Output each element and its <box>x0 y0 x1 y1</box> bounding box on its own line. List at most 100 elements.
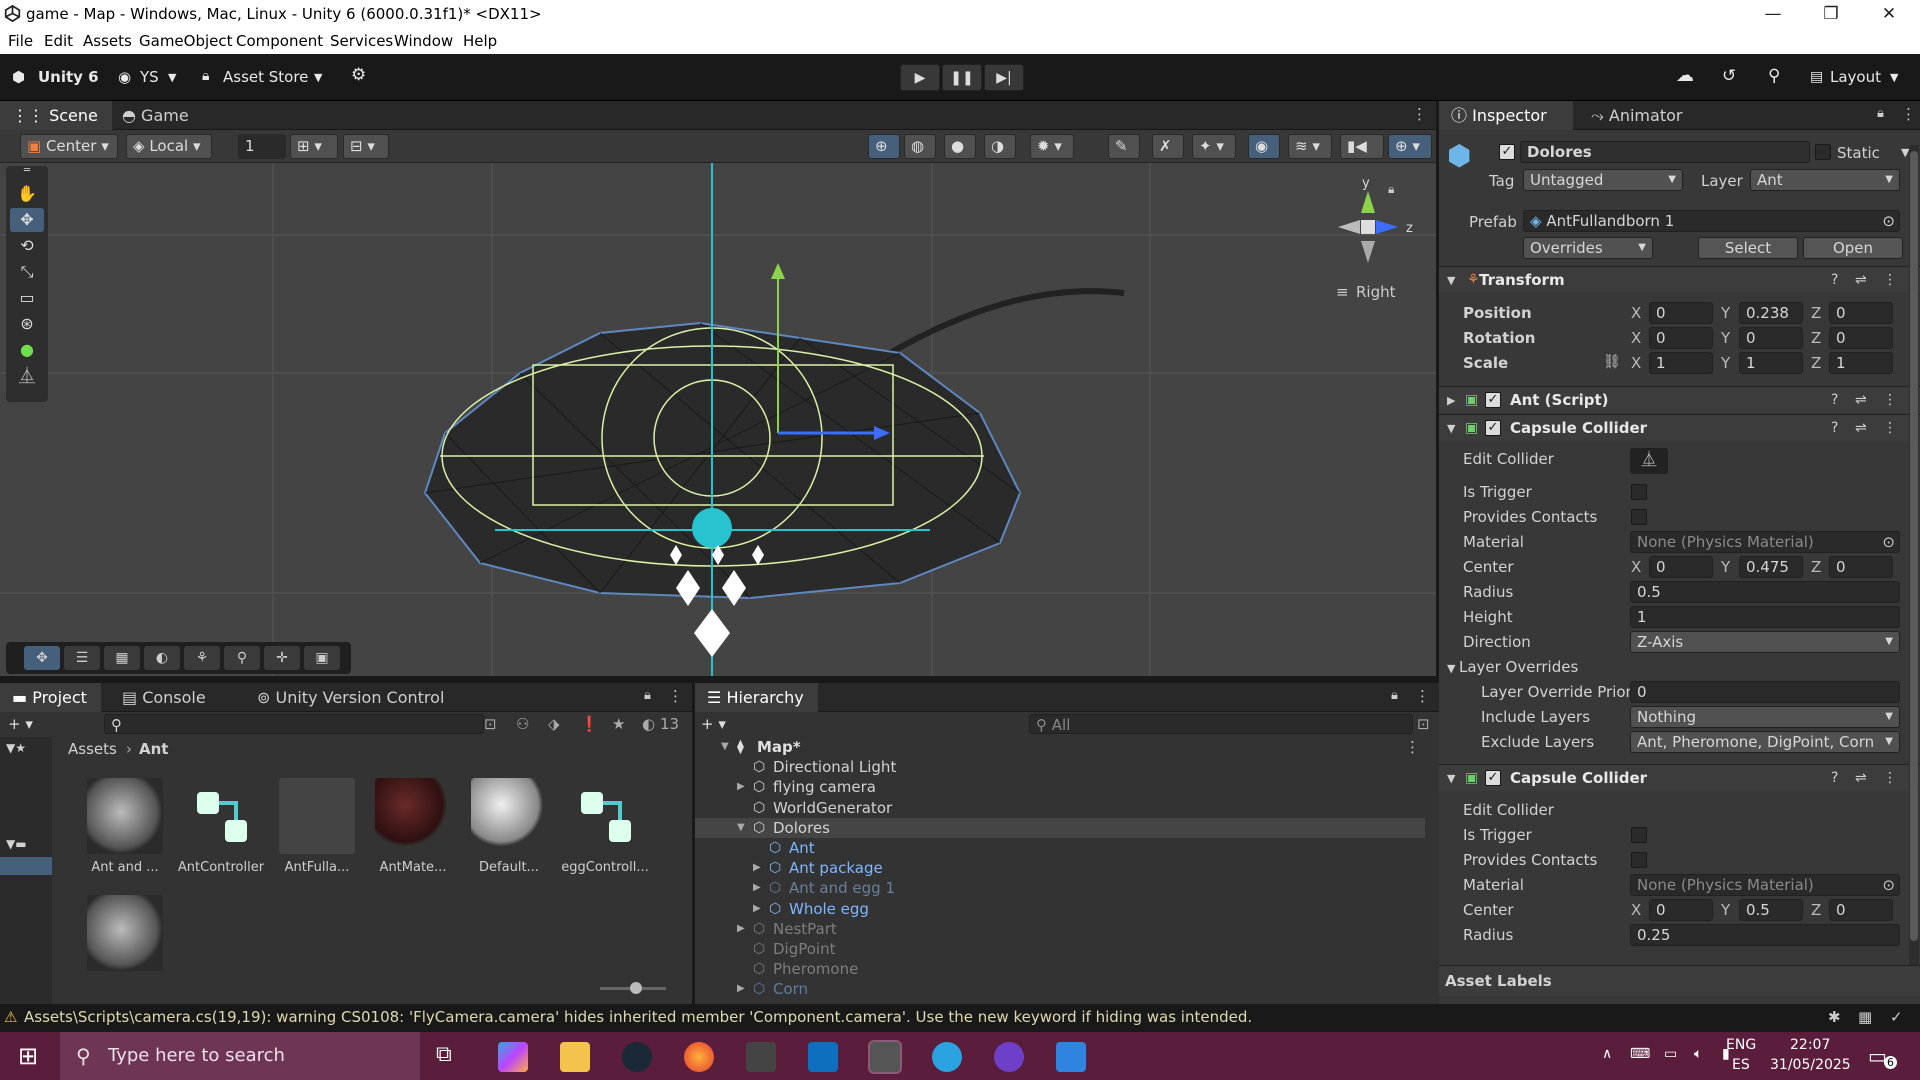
collider-edit-tool-icon[interactable]: ⏅ <box>10 364 44 388</box>
effects-dropdown-icon[interactable]: ✦ ▾ <box>1192 134 1236 159</box>
move-tool-icon[interactable]: ✥ <box>10 208 44 232</box>
scale-z-field[interactable]: 1 <box>1829 352 1893 374</box>
rotation-y-field[interactable]: 0 <box>1739 327 1803 349</box>
task-view-icon[interactable]: ⧉ <box>436 1042 466 1072</box>
help-icon[interactable]: ? <box>1831 770 1838 786</box>
hierarchy-row[interactable]: ▶ ⬡ Ant and egg 1 <box>695 878 1425 898</box>
telegram-icon[interactable] <box>932 1042 962 1072</box>
history-icon[interactable]: ↺ <box>1722 66 1736 86</box>
check-icon[interactable]: ✓ <box>1890 1008 1903 1026</box>
render-global-icon[interactable]: ⊕ <box>868 134 900 159</box>
hierarchy-row[interactable]: ▶ ⬡ Whole egg <box>695 899 1425 919</box>
center-2-x-field[interactable]: 0 <box>1649 899 1713 921</box>
material-field[interactable]: None (Physics Material) ⊙ <box>1630 531 1900 553</box>
is-trigger-checkbox[interactable] <box>1631 484 1647 500</box>
unity-hub-icon[interactable] <box>746 1042 776 1072</box>
asset-item[interactable]: AntFulla... <box>272 778 362 875</box>
camera-dropdown-icon[interactable]: ▮◀ ▾ <box>1340 134 1384 178</box>
scene-render[interactable]: y z 🔒︎ ≡ Right <box>0 163 1436 676</box>
component-menu-icon[interactable]: ⋮ <box>1883 770 1897 786</box>
center-z-field[interactable]: 0 <box>1829 556 1893 578</box>
asset-labels-bar[interactable]: Asset Labels <box>1439 965 1920 995</box>
ant-script-enabled-checkbox[interactable]: ✓ <box>1485 392 1501 408</box>
center-2-y-field[interactable]: 0.5 <box>1739 899 1803 921</box>
language-secondary[interactable]: ES <box>1732 1057 1750 1073</box>
minimize-icon[interactable]: — <box>1744 0 1802 29</box>
palette-grip-icon[interactable]: ═ <box>10 166 44 176</box>
rect-tool-icon[interactable]: ▭ <box>10 286 44 310</box>
overlay-path-icon[interactable]: ⚘ <box>184 646 220 670</box>
add-object-button[interactable]: + ▾ <box>701 715 726 733</box>
layers-dropdown-icon[interactable]: ≋ ▾ <box>1288 134 1332 159</box>
cloud-gear-icon[interactable]: ⚙ <box>351 65 366 85</box>
capsule-collider-2-header[interactable]: ▼ ▣ ✓ Capsule Collider ? ⇌ ⋮ <box>1439 764 1920 791</box>
tree-arrow-icon[interactable]: ▶ <box>737 979 745 999</box>
hierarchy-row[interactable]: ⬡ Pheromone <box>695 959 1425 979</box>
tab-animator[interactable]: ⤳ Animator <box>1579 101 1696 130</box>
tree-arrow-icon[interactable]: ▶ <box>737 919 745 939</box>
lock-icon[interactable]: 🔒︎ <box>1391 688 1398 703</box>
center-y-field[interactable]: 0.475 <box>1739 556 1803 578</box>
scene-viewport[interactable]: y z 🔒︎ ≡ Right <box>0 163 1436 676</box>
render-shaded-icon[interactable]: ● <box>944 134 976 159</box>
pause-button[interactable]: ❚❚ <box>942 64 982 91</box>
hierarchy-row[interactable]: ▶ ⬡ Corn <box>695 979 1425 999</box>
overlay-grid-icon[interactable]: ▦ <box>104 646 140 670</box>
debug-draw-icon[interactable]: ✹ ▾ <box>1030 134 1074 159</box>
hierarchy-row[interactable]: ⬡ DigPoint <box>695 939 1425 959</box>
radius-field[interactable]: 0.5 <box>1630 581 1900 603</box>
more-icon[interactable]: ⋮ <box>1901 105 1916 123</box>
photos-icon[interactable] <box>1056 1042 1086 1072</box>
hierarchy-row[interactable]: ▶ ⬡ Ant package <box>695 858 1425 878</box>
network-icon[interactable]: ▭ <box>1664 1046 1677 1062</box>
layer-dropdown[interactable]: Ant ▼ <box>1750 169 1900 191</box>
render-wire-icon[interactable]: ◍ <box>904 134 936 159</box>
overlay-align-icon[interactable]: ☰ <box>64 646 100 670</box>
component-menu-icon[interactable]: ⋮ <box>1883 420 1897 436</box>
unity-editor-icon[interactable] <box>868 1040 902 1074</box>
tab-project[interactable]: ▬ Project <box>0 683 101 712</box>
preset-icon[interactable]: ⇌ <box>1855 420 1867 436</box>
graphics-icon[interactable]: ▦ <box>1858 1008 1872 1026</box>
volume-icon[interactable]: 🔈︎ <box>1694 1046 1702 1062</box>
pivot-dropdown[interactable]: ▣ Center ▾ <box>20 134 118 159</box>
constrain-proportions-icon[interactable]: ⛓ <box>1603 354 1621 370</box>
tree-arrow-icon[interactable]: ▼ <box>737 818 745 838</box>
material-2-field[interactable]: None (Physics Material) ⊙ <box>1630 874 1900 896</box>
firefox-icon[interactable] <box>684 1042 714 1072</box>
create-icon[interactable]: ⊡ <box>484 715 497 733</box>
copilot-icon[interactable] <box>498 1042 528 1072</box>
cloud-icon[interactable]: ☁ <box>1676 65 1694 86</box>
include-layers-dropdown[interactable]: Nothing ▼ <box>1630 706 1900 728</box>
preset-icon[interactable]: ⇌ <box>1855 272 1867 288</box>
project-folder-tree[interactable]: ▼★ ▼▬ <box>0 737 52 1004</box>
more-icon[interactable]: ⋮ <box>1412 105 1427 123</box>
more-icon[interactable]: ⋮ <box>668 687 683 705</box>
lock-icon[interactable]: 🔒︎ <box>1877 106 1884 121</box>
tree-arrow-icon[interactable]: ▶ <box>753 899 761 919</box>
menu-assets[interactable]: Assets <box>83 32 132 50</box>
label-icon[interactable]: ⬗ <box>548 715 560 733</box>
step-button[interactable]: ▶| <box>984 64 1024 91</box>
breadcrumb-assets[interactable]: Assets <box>68 740 117 758</box>
more-icon[interactable]: ⋮ <box>1405 737 1420 757</box>
hierarchy-row[interactable]: ▼ ⬡ Dolores <box>695 817 1425 838</box>
layer-overrides-row[interactable]: ▼ Layer Overrides <box>1439 655 1920 680</box>
scene-filter-icon[interactable]: ⊡ <box>1417 715 1430 733</box>
clock-date[interactable]: 31/05/2025 <box>1770 1057 1851 1073</box>
asset-item[interactable]: AntMate... <box>368 778 458 875</box>
help-icon[interactable]: ? <box>1831 420 1838 436</box>
grid-size-field[interactable]: 1 <box>238 134 286 159</box>
component-menu-icon[interactable]: ⋮ <box>1883 392 1897 408</box>
object-name-field[interactable]: Dolores <box>1520 141 1810 163</box>
more-icon[interactable]: ⋮ <box>1415 687 1430 705</box>
bug-icon[interactable]: ✱ <box>1828 1008 1841 1026</box>
expand-arrow-icon[interactable]: ▼ <box>1447 274 1455 287</box>
menu-services[interactable]: Services <box>330 32 393 50</box>
overlay-move-icon[interactable]: ✥ <box>24 646 60 670</box>
tab-game[interactable]: ◓ Game <box>110 101 203 130</box>
custom-tool-icon[interactable]: ● <box>10 338 44 362</box>
language-primary[interactable]: ENG <box>1726 1037 1756 1053</box>
help-icon[interactable]: ? <box>1831 272 1838 288</box>
lighting-toggle-icon[interactable]: ✎ <box>1108 134 1140 159</box>
